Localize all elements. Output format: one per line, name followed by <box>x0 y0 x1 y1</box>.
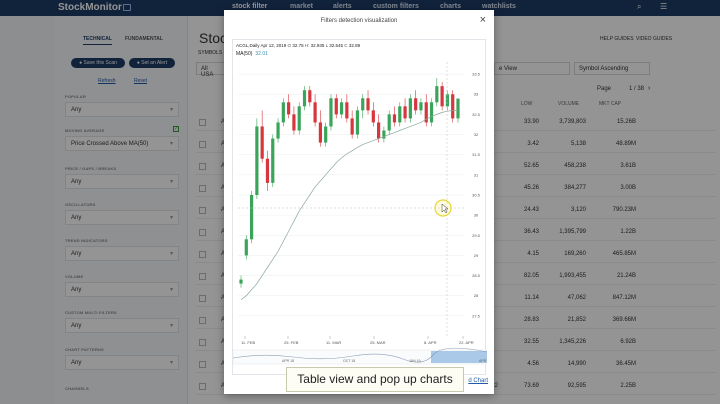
candle-body <box>355 110 360 135</box>
candle-body <box>419 102 423 111</box>
y-tick-label: 30.5 <box>472 192 481 197</box>
candle-body <box>334 98 338 115</box>
candle-body <box>408 98 412 119</box>
candle-body <box>318 122 322 143</box>
candle-body <box>456 98 460 119</box>
y-tick-label: 27.5 <box>472 313 481 318</box>
candle-body <box>287 102 291 115</box>
chart-modal: Filters detection visualization × ACGL,D… <box>224 10 494 394</box>
candle-body <box>329 98 333 127</box>
candle-body <box>429 102 434 123</box>
candle-body <box>445 94 450 107</box>
candle-body <box>265 158 270 183</box>
y-tick-label: 32.5 <box>472 112 481 117</box>
candle-body <box>255 126 259 195</box>
y-tick-label: 30 <box>474 213 479 218</box>
x-tick-label: 11. MAR <box>326 340 341 345</box>
y-tick-label: 33.5 <box>472 72 481 77</box>
candle-body <box>382 130 386 139</box>
candle-body <box>339 102 344 115</box>
candle-body <box>451 94 455 119</box>
modal-title: Filters detection visualization <box>320 18 398 24</box>
candle-body <box>435 86 439 103</box>
navigator-label: JAN 19 <box>409 359 421 363</box>
candle-body <box>297 106 301 131</box>
x-tick-label: 11. FEB <box>241 340 255 345</box>
candlestick-chart[interactable]: 33.5 33 32.5 32 31.5 31 30.5 30 29.5 29 28.5 28 27.5… <box>233 40 487 376</box>
navigator-label: APR 18 <box>282 359 294 363</box>
navigator-label: APR 19 <box>479 359 487 363</box>
x-tick-label: 22. APR <box>459 340 474 345</box>
candle-body <box>366 98 370 111</box>
candle-body <box>361 98 365 111</box>
close-icon[interactable]: × <box>480 14 486 26</box>
candle-body <box>392 114 397 123</box>
y-tick-label: 33 <box>474 92 479 97</box>
candle-body <box>345 102 349 119</box>
candle-body <box>371 110 375 123</box>
x-tick-label: 8. APR <box>424 340 437 345</box>
candle-body <box>271 138 275 183</box>
candle-body <box>403 106 407 119</box>
candle-body <box>249 194 254 240</box>
y-tick-label: 28 <box>474 293 479 298</box>
candle-body <box>260 126 264 159</box>
candle-body <box>313 102 317 123</box>
candle-body <box>281 102 285 123</box>
candle-body <box>324 126 328 143</box>
y-tick-label: 28.5 <box>472 273 481 278</box>
candle-body <box>414 98 418 111</box>
x-tick-label: 25. FEB <box>284 340 299 345</box>
candle-body <box>244 239 248 256</box>
candle-body <box>308 90 312 103</box>
x-tick-label: 25. MAR <box>370 340 386 345</box>
candle-body <box>377 122 381 139</box>
navigator-label: OCT 18 <box>343 359 355 363</box>
candle-body <box>440 86 444 107</box>
candle-body <box>398 106 402 123</box>
y-tick-label: 31.5 <box>472 152 481 157</box>
y-tick-label: 29.5 <box>472 233 481 238</box>
candle-body <box>387 114 391 131</box>
candle-body <box>239 279 243 284</box>
candle-body <box>292 114 296 131</box>
candle-body <box>350 118 354 135</box>
candle-body <box>276 122 280 139</box>
y-tick-label: 31 <box>474 172 479 177</box>
popup-chart-link[interactable]: d Chart <box>468 378 488 384</box>
candle-body <box>302 90 307 107</box>
video-caption: Table view and pop up charts <box>286 367 464 392</box>
y-tick-label: 29 <box>474 253 479 258</box>
y-tick-label: 32 <box>474 132 479 137</box>
chart-container[interactable]: ACGL,Daily Apr 12, 2019 O 32.75 H: 32.93… <box>232 39 487 376</box>
